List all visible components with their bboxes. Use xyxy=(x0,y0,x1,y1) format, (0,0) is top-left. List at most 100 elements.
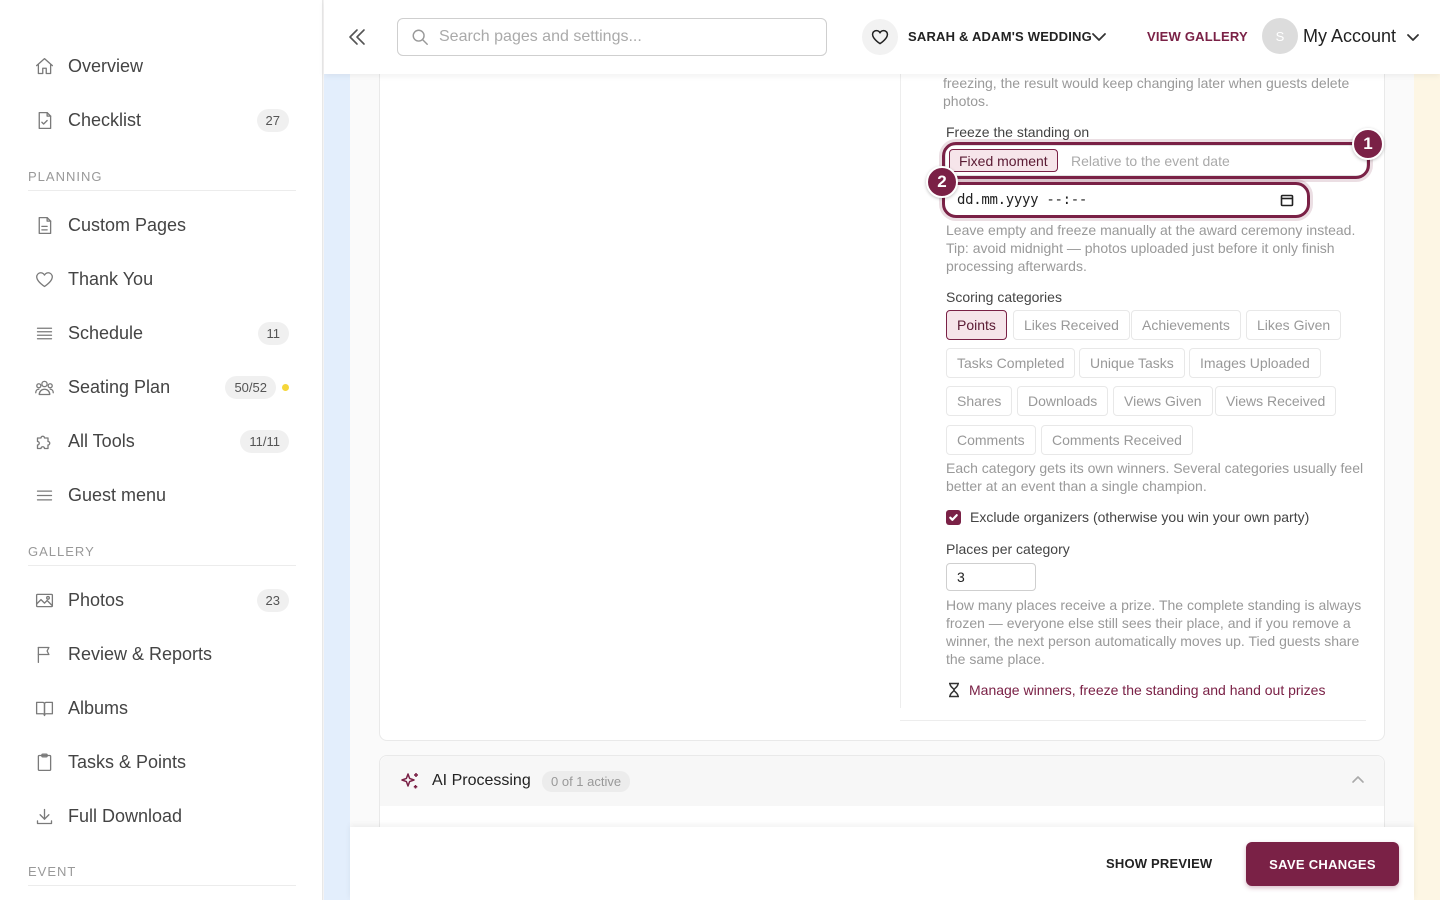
book-icon xyxy=(33,697,55,719)
count-badge: 11 xyxy=(257,321,289,345)
category-chip-unique-tasks[interactable]: Unique Tasks xyxy=(1079,348,1185,378)
freeze-option-fixed-moment[interactable]: Fixed moment xyxy=(949,149,1058,172)
ai-processing-title: AI Processing xyxy=(432,772,531,789)
check-icon xyxy=(949,514,958,521)
sidebar-item-label: Custom Pages xyxy=(68,214,187,235)
sidebar-item-label: Tasks & Points xyxy=(68,751,187,772)
sidebar-item-review-reports[interactable]: Review & Reports xyxy=(0,634,322,674)
places-label: Places per category xyxy=(946,541,1070,557)
category-chip-likes-given[interactable]: Likes Given xyxy=(1246,310,1342,340)
freeze-label: Freeze the standing on xyxy=(946,124,1090,140)
section-label-planning: PLANNING xyxy=(28,169,103,184)
count-badge: 50/52 xyxy=(225,375,276,399)
search-icon xyxy=(412,29,428,45)
flag-icon xyxy=(33,643,55,665)
count-badge: 27 xyxy=(256,108,289,132)
sidebar-item-overview[interactable]: Overview xyxy=(0,46,322,86)
annotation-marker-2: 2 xyxy=(926,166,958,198)
divider xyxy=(28,885,296,886)
sidebar-item-label: Photos xyxy=(68,589,125,610)
puzzle-icon xyxy=(33,430,55,452)
sidebar-item-label: Overview xyxy=(68,55,144,76)
collapse-sidebar-button[interactable] xyxy=(344,24,370,50)
sidebar-item-schedule[interactable]: Schedule 11 xyxy=(0,313,322,353)
sidebar-item-tasks-points[interactable]: Tasks & Points xyxy=(0,742,322,782)
chevron-down-icon[interactable] xyxy=(1090,28,1108,46)
event-heart-icon xyxy=(862,19,898,55)
sidebar-item-checklist[interactable]: Checklist 27 xyxy=(0,100,322,140)
manage-winners-link[interactable]: Manage winners, freeze the standing and … xyxy=(946,682,1325,698)
manage-winners-label: Manage winners, freeze the standing and … xyxy=(969,682,1326,698)
exclude-organizers-label[interactable]: Exclude organizers (otherwise you win yo… xyxy=(970,509,1309,525)
divider xyxy=(28,190,296,191)
category-chip-comments-received[interactable]: Comments Received xyxy=(1041,425,1193,455)
categories-help: Each category gets its own winners. Seve… xyxy=(946,460,1364,494)
people-icon xyxy=(33,376,55,398)
chevron-up-icon[interactable] xyxy=(1350,772,1366,788)
ai-processing-card: AI Processing 0 of 1 active xyxy=(379,755,1385,835)
account-menu[interactable]: My Account xyxy=(1303,26,1396,47)
sidebar-item-seating-plan[interactable]: Seating Plan 50/52 xyxy=(0,367,322,407)
avatar[interactable]: S xyxy=(1262,18,1298,54)
sidebar-item-label: Seating Plan xyxy=(68,376,171,397)
sidebar-item-custom-pages[interactable]: Custom Pages xyxy=(0,205,322,245)
category-chip-likes-received[interactable]: Likes Received xyxy=(1013,310,1130,340)
section-label-gallery: GALLERY xyxy=(28,544,95,559)
divider xyxy=(900,74,901,708)
sidebar-item-thank-you[interactable]: Thank You xyxy=(0,259,322,299)
background-tint-right xyxy=(1412,74,1440,900)
sidebar-item-label: Guest menu xyxy=(68,484,167,505)
ai-processing-header[interactable]: AI Processing 0 of 1 active xyxy=(380,756,1384,806)
category-chip-points[interactable]: Points xyxy=(946,310,1007,340)
calendar-icon[interactable] xyxy=(1280,193,1294,207)
sidebar-item-albums[interactable]: Albums xyxy=(0,688,322,728)
show-preview-button[interactable]: SHOW PREVIEW xyxy=(1106,856,1212,871)
menu-icon xyxy=(33,484,55,506)
divider xyxy=(900,720,1366,721)
sidebar-item-all-tools[interactable]: All Tools 11/11 xyxy=(0,421,322,461)
places-help: How many places receive a prize. The com… xyxy=(946,597,1362,667)
category-chip-views-received[interactable]: Views Received xyxy=(1215,386,1337,416)
sidebar-item-guest-menu[interactable]: Guest menu xyxy=(0,475,322,515)
save-changes-button[interactable]: SAVE CHANGES xyxy=(1246,842,1399,886)
category-chip-tasks-completed[interactable]: Tasks Completed xyxy=(946,348,1076,378)
sidebar-item-full-download[interactable]: Full Download xyxy=(0,796,322,836)
double-chevron-left-icon xyxy=(349,29,365,45)
freeze-datetime-input[interactable]: dd.mm.yyyy --:-- xyxy=(946,186,1304,214)
document-icon xyxy=(33,214,55,236)
action-bar: SHOW PREVIEW SAVE CHANGES xyxy=(350,827,1414,900)
category-chip-achievements[interactable]: Achievements xyxy=(1131,310,1241,340)
search-box[interactable] xyxy=(397,18,827,56)
checklist-icon xyxy=(33,109,55,131)
home-icon xyxy=(33,55,55,77)
sidebar-item-label: Albums xyxy=(68,697,129,718)
sidebar-item-label: Thank You xyxy=(68,268,154,289)
clipboard-icon xyxy=(33,751,55,773)
sidebar-item-label: Full Download xyxy=(68,805,183,826)
search-input[interactable] xyxy=(439,28,799,46)
download-icon xyxy=(33,805,55,827)
chevron-down-icon[interactable] xyxy=(1404,28,1422,46)
sidebar-item-label: All Tools xyxy=(68,430,135,451)
date-help: Leave empty and freeze manually at the a… xyxy=(946,222,1356,274)
event-selector[interactable]: SARAH & ADAM'S WEDDING xyxy=(908,29,1092,44)
category-chip-shares[interactable]: Shares xyxy=(946,386,1013,416)
category-chip-downloads[interactable]: Downloads xyxy=(1017,386,1109,416)
places-per-category-input[interactable] xyxy=(946,563,1036,591)
category-chip-comments[interactable]: Comments xyxy=(946,425,1036,455)
category-chip-views-given[interactable]: Views Given xyxy=(1113,386,1213,416)
count-badge: 23 xyxy=(256,588,289,612)
sidebar-item-label: Schedule xyxy=(68,322,144,343)
divider xyxy=(28,565,296,566)
heart-icon xyxy=(33,268,55,290)
sparkles-icon xyxy=(399,771,421,793)
category-chip-images-uploaded[interactable]: Images Uploaded xyxy=(1189,348,1321,378)
exclude-organizers-checkbox[interactable] xyxy=(946,510,961,525)
section-label-event: EVENT xyxy=(28,864,77,879)
freeze-option-relative[interactable]: Relative to the event date xyxy=(1062,149,1239,172)
status-dot xyxy=(282,383,289,391)
sidebar-item-label: Checklist xyxy=(68,109,142,130)
view-gallery-link[interactable]: VIEW GALLERY xyxy=(1147,29,1248,44)
sidebar-item-photos[interactable]: Photos 23 xyxy=(0,580,322,620)
background-tint-left xyxy=(324,74,352,900)
